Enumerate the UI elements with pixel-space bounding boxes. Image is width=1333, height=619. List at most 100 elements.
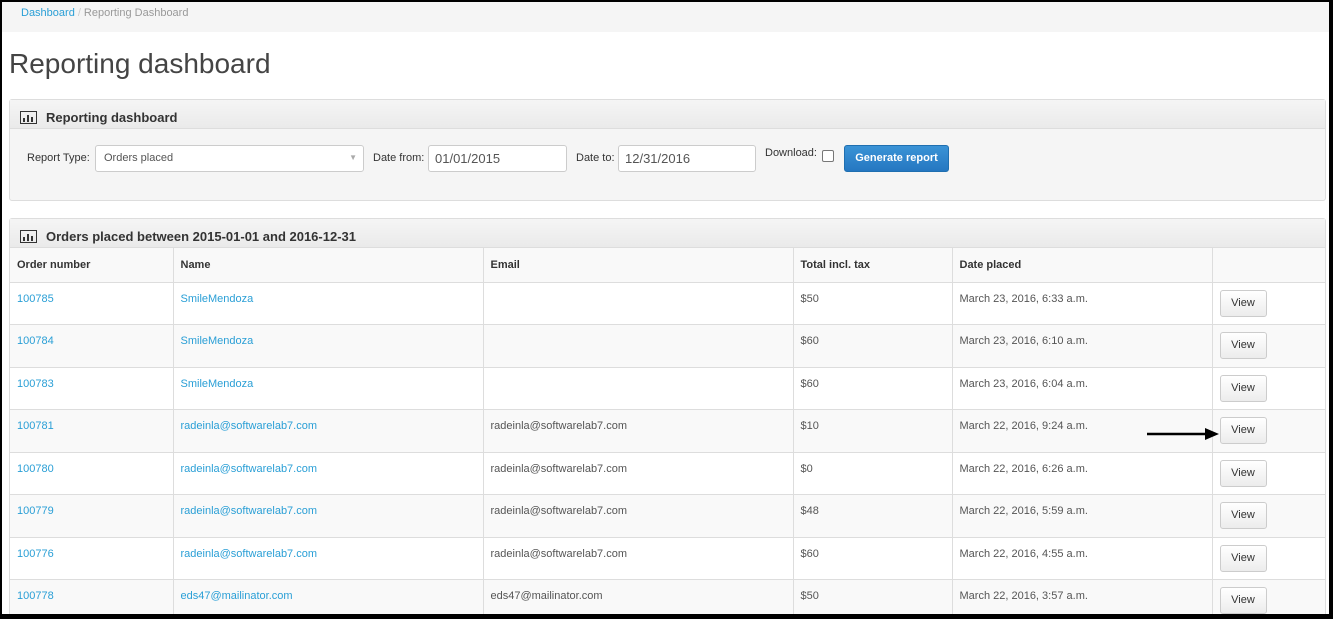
table-row: 100783 SmileMendoza $60 March 23, 2016, 6:0… (10, 367, 1325, 410)
view-button[interactable]: View (1219, 587, 1267, 614)
actions-cell: View (1212, 282, 1325, 325)
chevron-down-icon: ▼ (349, 153, 357, 162)
table-row: 100784 SmileMendoza $60 March 23, 2016, 6:1… (10, 324, 1325, 368)
column-header-email[interactable]: Email (483, 248, 794, 283)
customer-name-link[interactable]: SmileMendoza (181, 335, 254, 347)
breadcrumb-home-link[interactable]: Dashboard (21, 7, 75, 19)
arrow-right-icon (1147, 428, 1219, 440)
orders-panel: Orders placed between 2015-01-01 and 201… (9, 218, 1326, 614)
download-checkbox[interactable] (822, 150, 834, 162)
orders-panel-title: Orders placed between 2015-01-01 and 201… (46, 228, 356, 244)
view-button[interactable]: View (1219, 332, 1267, 359)
date-placed-cell: March 22, 2016, 6:26 a.m. (952, 452, 1213, 495)
date-placed-cell: March 22, 2016, 5:59 a.m. (952, 494, 1213, 538)
column-header-date-placed[interactable]: Date placed (952, 248, 1213, 283)
table-row: 100778 eds47@mailinator.com eds47@mailinat… (10, 579, 1325, 614)
order-number-cell: 100778 (10, 579, 174, 614)
order-number-cell: 100780 (10, 452, 174, 495)
date-placed-cell: March 22, 2016, 4:55 a.m. (952, 537, 1213, 580)
name-cell: radeinla@softwarelab7.com (173, 494, 484, 538)
date-to-label: Date to: (576, 152, 615, 164)
actions-cell: View (1212, 494, 1325, 538)
breadcrumb-separator: / (77, 7, 81, 19)
table-row: 100779 radeinla@softwarelab7.com radeinla@… (10, 494, 1325, 538)
total-cell: $60 (793, 324, 953, 368)
total-cell: $0 (793, 452, 953, 495)
actions-cell: View (1212, 324, 1325, 368)
view-button[interactable]: View (1219, 459, 1267, 487)
total-cell: $10 (793, 409, 953, 453)
table-row: 100785 SmileMendoza $50 March 23, 2016, 6:3… (10, 282, 1325, 325)
email-cell (483, 367, 794, 410)
column-header-order-number[interactable]: Order number (10, 248, 174, 283)
order-number-link[interactable]: 100780 (17, 463, 54, 475)
bar-chart-icon (20, 229, 37, 243)
name-cell: SmileMendoza (173, 324, 484, 368)
view-button[interactable]: View (1219, 289, 1267, 317)
order-number-link[interactable]: 100778 (17, 590, 54, 602)
customer-name-link[interactable]: radeinla@softwarelab7.com (181, 463, 318, 475)
actions-cell: View (1212, 537, 1325, 580)
filter-panel: Reporting dashboard Report Type: Orders … (9, 99, 1326, 201)
column-header-name[interactable]: Name (173, 248, 484, 283)
date-placed-cell: March 23, 2016, 6:10 a.m. (952, 324, 1213, 368)
download-label: Download: (765, 147, 817, 159)
order-number-cell: 100783 (10, 367, 174, 410)
customer-name-link[interactable]: radeinla@softwarelab7.com (181, 420, 318, 432)
name-cell: SmileMendoza (173, 367, 484, 410)
order-number-cell: 100779 (10, 494, 174, 538)
total-cell: $48 (793, 494, 953, 538)
total-cell: $50 (793, 579, 953, 614)
name-cell: eds47@mailinator.com (173, 579, 484, 614)
page-title: Reporting dashboard (9, 48, 271, 79)
actions-cell: View (1212, 452, 1325, 495)
view-button[interactable]: View (1219, 374, 1267, 402)
order-number-cell: 100784 (10, 324, 174, 368)
customer-name-link[interactable]: SmileMendoza (181, 378, 254, 390)
orders-table-body: 100785 SmileMendoza $50 March 23, 2016, 6:3… (10, 282, 1325, 614)
date-from-input[interactable]: 01/01/2015 (428, 145, 567, 172)
email-cell: eds47@mailinator.com (483, 579, 794, 614)
report-type-value: Orders placed (104, 152, 174, 164)
total-cell: $60 (793, 367, 953, 410)
customer-name-link[interactable]: SmileMendoza (181, 293, 254, 305)
email-cell: radeinla@softwarelab7.com (483, 452, 794, 495)
view-button[interactable]: View (1219, 417, 1267, 444)
order-number-link[interactable]: 100776 (17, 548, 54, 560)
order-number-cell: 100781 (10, 409, 174, 453)
report-type-select[interactable]: Orders placed ▼ (95, 145, 364, 172)
name-cell: SmileMendoza (173, 282, 484, 325)
report-type-label: Report Type: (27, 152, 90, 164)
order-number-link[interactable]: 100783 (17, 378, 54, 390)
orders-table: Order number Name Email Total incl. tax … (10, 248, 1325, 614)
customer-name-link[interactable]: eds47@mailinator.com (181, 590, 293, 602)
table-row: 100781 radeinla@softwarelab7.com radeinla@… (10, 409, 1325, 453)
email-cell (483, 324, 794, 368)
order-number-link[interactable]: 100779 (17, 505, 54, 517)
actions-cell: View (1212, 409, 1325, 453)
generate-report-button[interactable]: Generate report (844, 145, 949, 172)
breadcrumb: Dashboard / Reporting Dashboard (2, 2, 1329, 32)
column-header-total[interactable]: Total incl. tax (793, 248, 953, 283)
date-placed-cell: March 22, 2016, 3:57 a.m. (952, 579, 1213, 614)
name-cell: radeinla@softwarelab7.com (173, 452, 484, 495)
name-cell: radeinla@softwarelab7.com (173, 409, 484, 453)
customer-name-link[interactable]: radeinla@softwarelab7.com (181, 505, 318, 517)
email-cell: radeinla@softwarelab7.com (483, 409, 794, 453)
column-header-actions (1212, 248, 1325, 283)
table-row: 100780 radeinla@softwarelab7.com radeinla@… (10, 452, 1325, 495)
app-frame: Dashboard / Reporting Dashboard Reporting … (2, 2, 1329, 614)
filter-panel-title: Reporting dashboard (46, 109, 178, 125)
orders-panel-heading: Orders placed between 2015-01-01 and 201… (10, 219, 1325, 248)
date-to-input[interactable]: 12/31/2016 (618, 145, 756, 172)
date-from-label: Date from: (373, 152, 425, 164)
order-number-link[interactable]: 100785 (17, 293, 54, 305)
table-row: 100776 radeinla@softwarelab7.com radeinla@… (10, 537, 1325, 580)
email-cell (483, 282, 794, 325)
order-number-cell: 100785 (10, 282, 174, 325)
order-number-link[interactable]: 100784 (17, 335, 54, 347)
customer-name-link[interactable]: radeinla@softwarelab7.com (181, 548, 318, 560)
view-button[interactable]: View (1219, 544, 1267, 572)
view-button[interactable]: View (1219, 502, 1267, 529)
order-number-link[interactable]: 100781 (17, 420, 54, 432)
